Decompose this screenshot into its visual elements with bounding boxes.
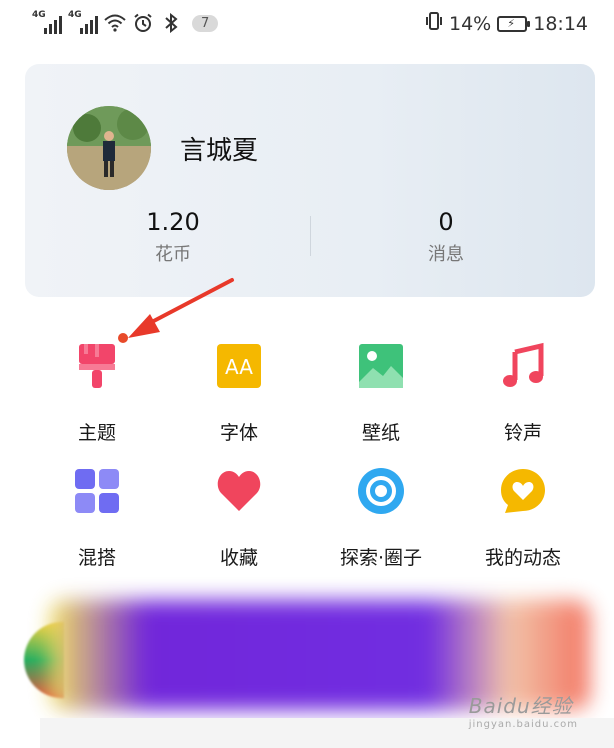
baidu-watermark: Baidu经验 jingyan.baidu.com	[469, 690, 578, 730]
watermark-url: jingyan.baidu.com	[468, 719, 578, 730]
new-badge-dot	[118, 333, 128, 343]
watermark-text: Baidu经验	[468, 694, 573, 718]
